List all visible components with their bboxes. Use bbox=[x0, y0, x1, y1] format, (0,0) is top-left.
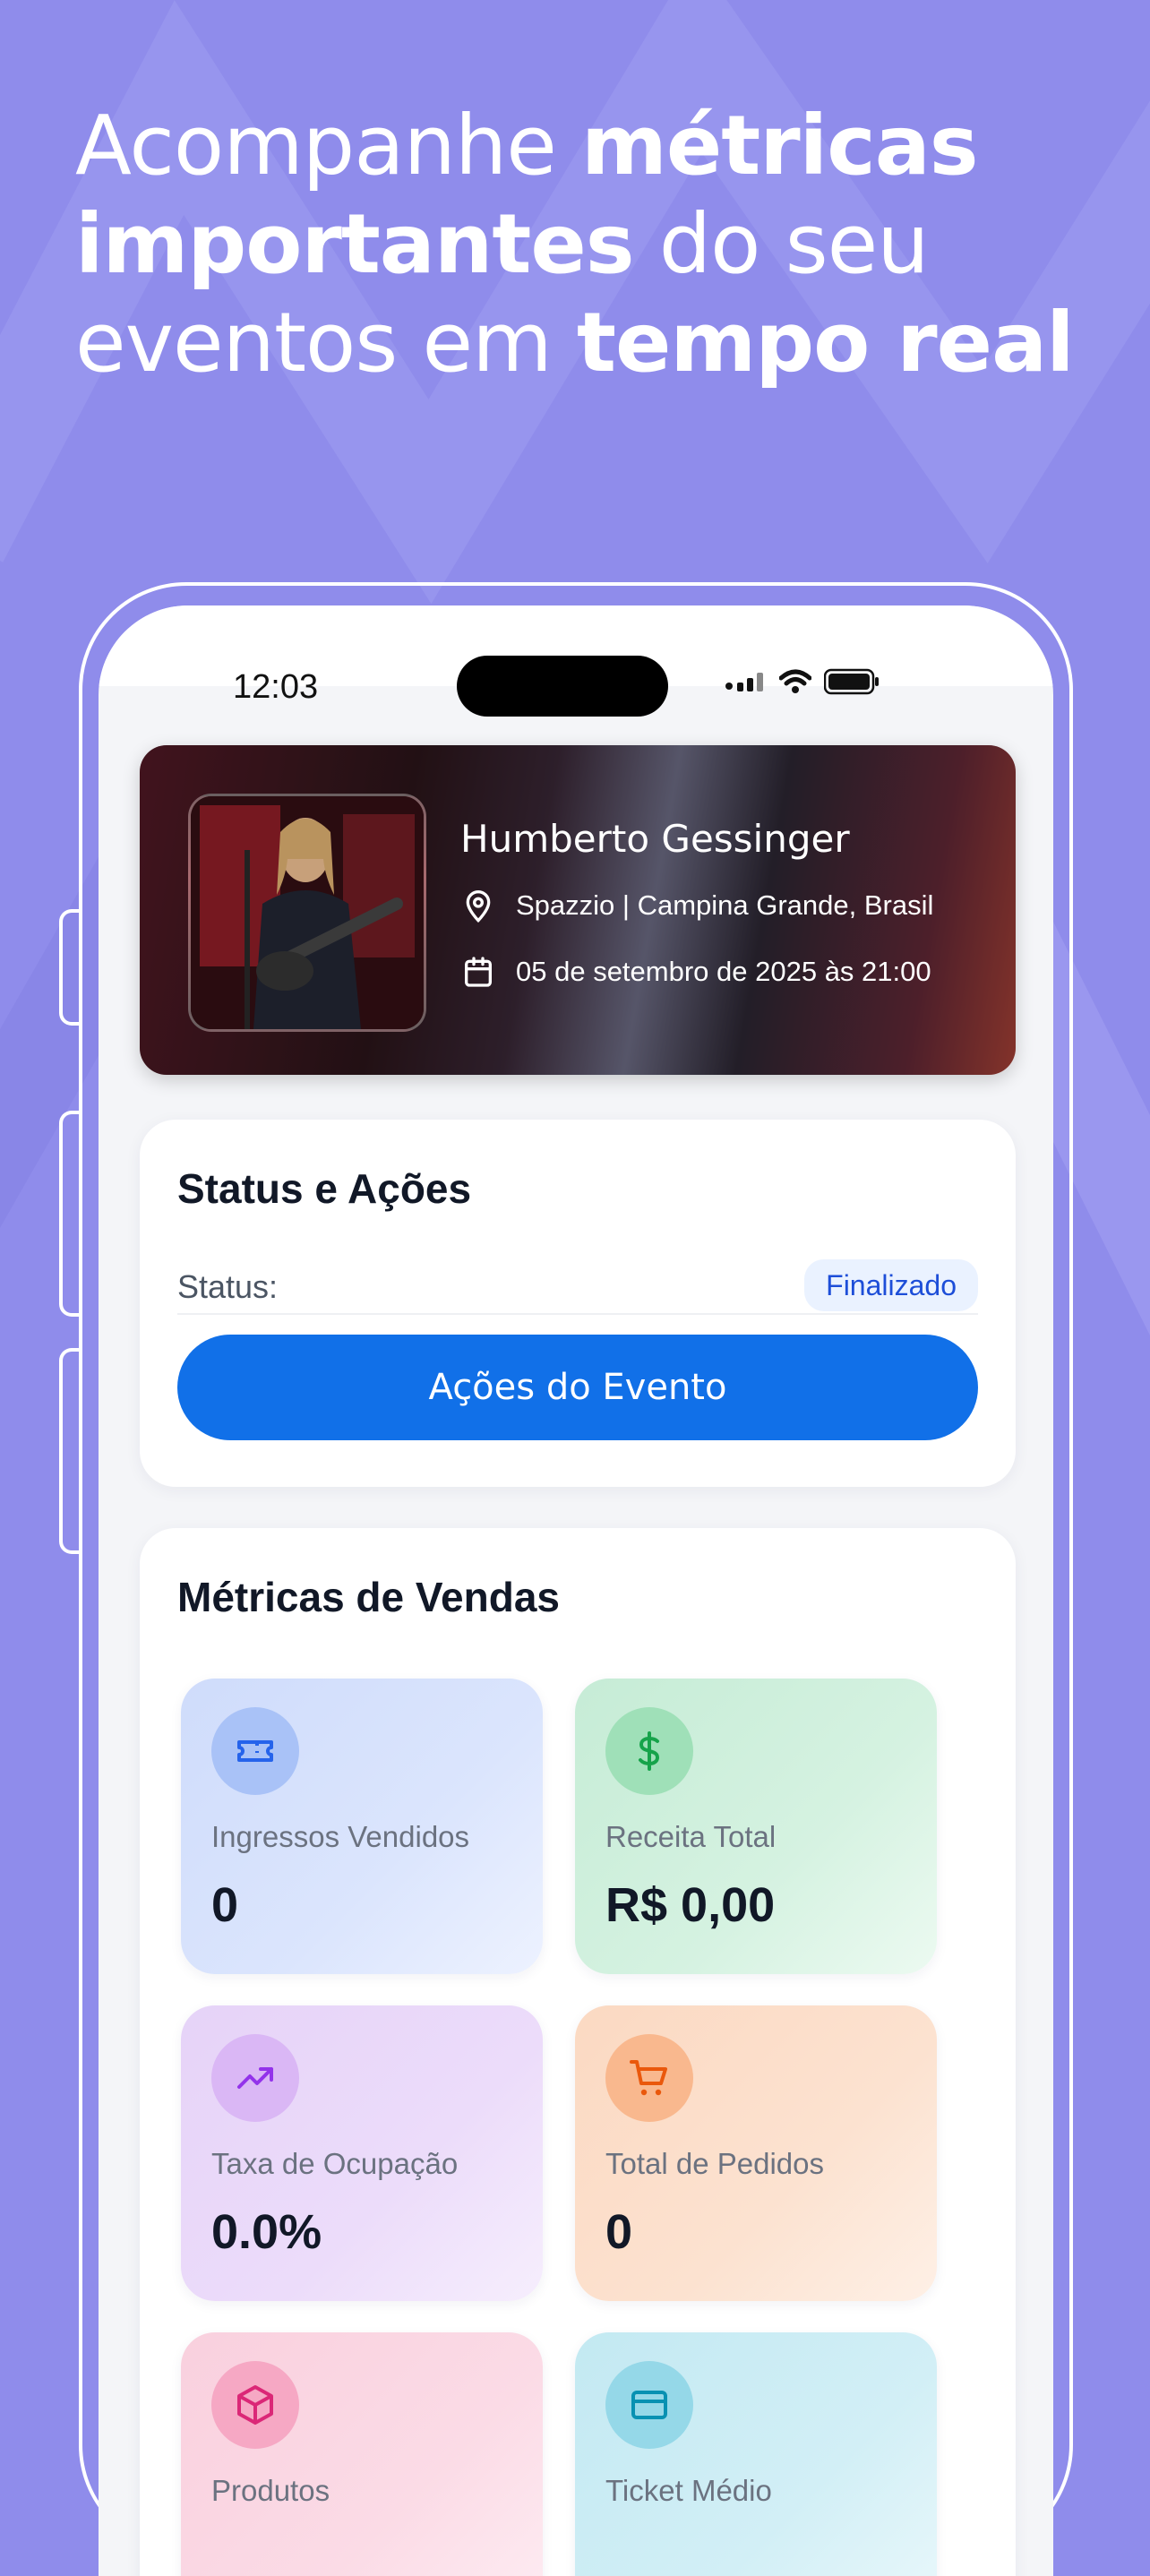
event-artist-photo bbox=[188, 794, 426, 1032]
status-row: Status: Finalizado bbox=[177, 1259, 978, 1315]
event-date-row: 05 de setembro de 2025 às 21:00 bbox=[460, 954, 933, 990]
status-label: Status: bbox=[177, 1268, 279, 1305]
map-pin-icon bbox=[466, 890, 491, 923]
metric-value: 0 bbox=[605, 2205, 633, 2259]
metric-label: Total de Pedidos bbox=[605, 2147, 825, 2180]
dynamic-island bbox=[457, 656, 668, 717]
event-location: Spazzio | Campina Grande, Brasil bbox=[516, 889, 934, 921]
phone-volume-up-button bbox=[59, 1111, 79, 1317]
event-location-row: Spazzio | Campina Grande, Brasil bbox=[460, 888, 933, 923]
status-bar: 12:03 bbox=[99, 605, 1053, 717]
calendar-icon bbox=[465, 957, 492, 987]
metric-tickets-sold[interactable]: Ingressos Vendidos 0 bbox=[181, 1679, 543, 1974]
metric-label: Produtos bbox=[211, 2474, 330, 2507]
status-icons bbox=[725, 668, 880, 695]
metric-total-revenue[interactable]: Receita Total R$ 0,00 bbox=[575, 1679, 937, 1974]
event-actions-button[interactable]: Ações do Evento bbox=[177, 1335, 978, 1440]
sales-metrics-card: Métricas de Vendas Ingressos Vendidos 0 … bbox=[140, 1528, 1016, 2576]
package-icon bbox=[211, 2361, 299, 2449]
phone-screen: 12:03 Humberto Gessinger Spazzio | Campi… bbox=[99, 605, 1053, 2576]
event-title: Humberto Gessinger bbox=[460, 817, 850, 861]
event-header-card[interactable]: Humberto Gessinger Spazzio | Campina Gra… bbox=[140, 745, 1016, 1075]
metrics-section-title: Métricas de Vendas bbox=[177, 1574, 560, 1620]
wifi-icon bbox=[779, 669, 811, 693]
metric-label: Ingressos Vendidos bbox=[211, 1820, 470, 1853]
metric-products[interactable]: Produtos bbox=[181, 2332, 543, 2576]
status-actions-card: Status e Ações Status: Finalizado Ações … bbox=[140, 1120, 1016, 1487]
metric-label: Receita Total bbox=[605, 1820, 777, 1853]
phone-action-button bbox=[59, 909, 79, 1026]
metric-label: Taxa de Ocupação bbox=[211, 2147, 459, 2180]
cellular-signal-icon bbox=[725, 673, 763, 691]
credit-card-icon bbox=[605, 2361, 693, 2449]
phone-volume-down-button bbox=[59, 1348, 79, 1554]
metric-average-ticket[interactable]: Ticket Médio bbox=[575, 2332, 937, 2576]
event-info: Humberto Gessinger Spazzio | Campina Gra… bbox=[460, 817, 933, 1020]
metric-value: 0.0% bbox=[211, 2205, 322, 2259]
dollar-icon bbox=[605, 1707, 693, 1795]
metric-total-orders[interactable]: Total de Pedidos 0 bbox=[575, 2005, 937, 2301]
status-badge: Finalizado bbox=[804, 1259, 978, 1311]
metric-value: R$ 0,00 bbox=[605, 1878, 776, 1932]
ticket-icon bbox=[211, 1707, 299, 1795]
metric-value: 0 bbox=[211, 1878, 239, 1932]
trending-up-icon bbox=[211, 2034, 299, 2122]
status-section-title: Status e Ações bbox=[177, 1165, 472, 1212]
promo-headline: Acompanhe métricas importantes do seu ev… bbox=[75, 98, 1075, 391]
event-date: 05 de setembro de 2025 às 21:00 bbox=[516, 956, 931, 987]
metric-label: Ticket Médio bbox=[605, 2474, 772, 2507]
metric-occupancy-rate[interactable]: Taxa de Ocupação 0.0% bbox=[181, 2005, 543, 2301]
battery-icon bbox=[824, 668, 879, 695]
status-time: 12:03 bbox=[233, 668, 319, 706]
cart-icon bbox=[605, 2034, 693, 2122]
